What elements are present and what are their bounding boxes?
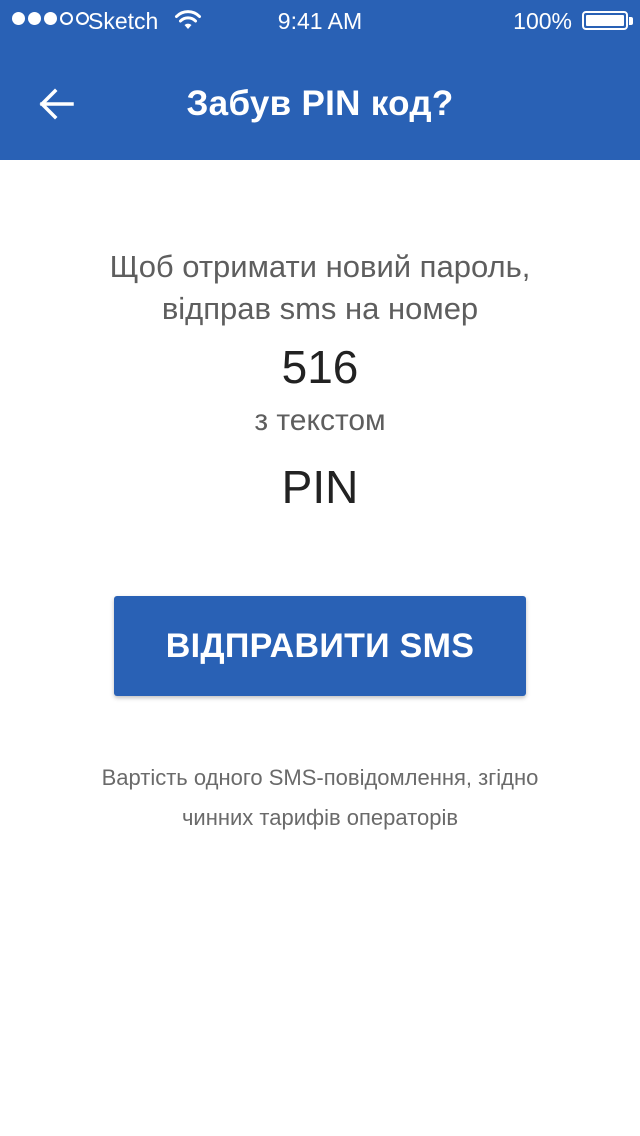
cost-note-line-2: чинних тарифів операторів [181,805,459,830]
page-title: Забув PIN код? [186,84,454,123]
cost-note: Вартість одного SMS-повідомлення, згідно… [0,758,640,838]
with-text-label: з текстом [254,404,386,437]
app-header: Sketch 9:41 AM 100% Забув PIN код? [0,0,640,160]
battery-percentage: 100% [513,8,572,34]
sms-keyword: PIN [281,461,359,513]
battery-icon [582,11,628,30]
status-bar: Sketch 9:41 AM 100% [0,0,640,40]
battery-cap [629,17,633,25]
instruction-line-1: Щоб отримати новий пароль, [109,249,531,284]
sms-number: 516 [281,341,359,393]
instruction-line-2: відправ sms на номер [161,291,479,326]
instruction-text: Щоб отримати новий пароль, відправ sms н… [0,246,640,330]
cost-note-line-1: Вартість одного SMS-повідомлення, згідно [101,765,539,790]
send-sms-button[interactable]: ВІДПРАВИТИ SMS [114,596,526,696]
